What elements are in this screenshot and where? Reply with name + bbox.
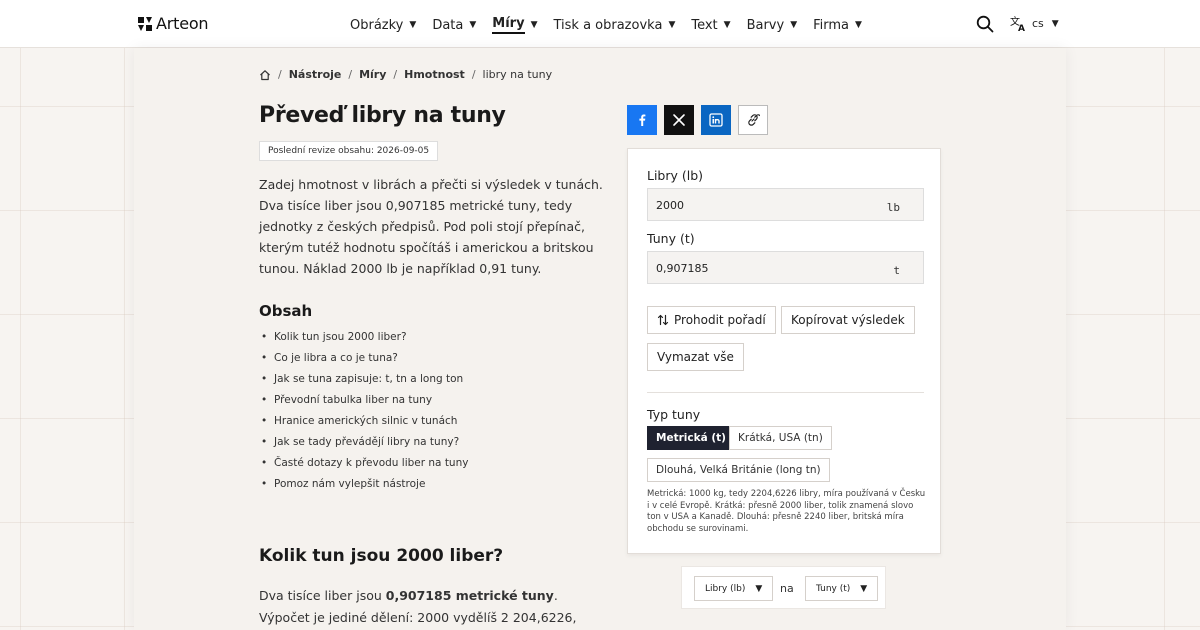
- caret-down-icon: ▼: [668, 20, 676, 30]
- toc-title: Obsah: [259, 302, 313, 320]
- nav-label: Firma: [813, 17, 850, 33]
- from-unit-select[interactable]: Libry (lb) ▼: [694, 576, 774, 601]
- section-title: Kolik tun jsou 2000 liber?: [259, 546, 504, 566]
- share-facebook-button[interactable]: [627, 105, 657, 135]
- section-text: Dva tisíce liber jsou: [259, 588, 386, 603]
- share-buttons: [627, 105, 768, 135]
- toc-item[interactable]: Pomoz nám vylepšit nástroje: [259, 474, 468, 495]
- table-of-contents: Kolik tun jsou 2000 liber? Co je libra a…: [259, 327, 468, 495]
- toc-item[interactable]: Jak se tady převádějí libry na tuny?: [259, 432, 468, 453]
- caret-down-icon: ▼: [409, 20, 417, 30]
- toc-item[interactable]: Jak se tuna zapisuje: t, tn a long ton: [259, 369, 468, 390]
- caret-down-icon: ▼: [855, 20, 862, 30]
- breadcrumb-separator: /: [471, 68, 476, 81]
- linkedin-icon: [709, 113, 723, 127]
- nav-label: Text: [691, 17, 718, 33]
- caret-down-icon: ▼: [469, 20, 477, 30]
- page-title: Převeď libry na tuny: [259, 103, 506, 128]
- breadcrumb-separator: /: [393, 68, 398, 81]
- main-nav: Obrázky ▼ Data ▼ Míry ▼ Tisk a obrazovka…: [350, 16, 878, 34]
- svg-text:A: A: [1018, 24, 1025, 32]
- tons-field-label: Tuny (t): [647, 231, 695, 246]
- nav-item-tisk[interactable]: Tisk a obrazovka ▼: [553, 16, 675, 34]
- copy-link-button[interactable]: [738, 105, 768, 135]
- facebook-icon: [639, 114, 646, 126]
- nav-label: Míry: [492, 16, 525, 34]
- nav-item-obrazky[interactable]: Obrázky ▼: [350, 16, 416, 34]
- swap-arrows-icon: [657, 314, 669, 326]
- search-icon[interactable]: [976, 15, 994, 33]
- swap-label: Prohodit pořadí: [674, 313, 766, 327]
- pounds-value: 2000: [656, 199, 684, 212]
- breadcrumb-link-miry[interactable]: Míry: [359, 68, 386, 81]
- nav-item-miry[interactable]: Míry ▼: [492, 16, 537, 34]
- caret-down-icon: ▼: [860, 583, 868, 594]
- toc-item[interactable]: Převodní tabulka liber na tuny: [259, 390, 468, 411]
- pounds-unit: lb: [886, 201, 900, 214]
- section-text-bold: 0,907185 metrické tuny: [385, 588, 554, 603]
- swap-button[interactable]: Prohodit pořadí: [647, 306, 776, 334]
- logo[interactable]: Arteon: [137, 14, 209, 33]
- link-icon: [748, 114, 760, 126]
- language-code: cs: [1032, 17, 1044, 30]
- breadcrumb-separator: /: [278, 68, 282, 81]
- intro-paragraph: Zadej hmotnost v librách a přečti si výs…: [259, 177, 603, 276]
- ton-type-metric[interactable]: Metrická (t): [647, 426, 735, 450]
- home-icon[interactable]: [259, 69, 271, 81]
- unit-selector-bar: Libry (lb) ▼ na Tuny (t) ▼: [681, 566, 886, 609]
- arteon-logo-icon: [138, 16, 152, 31]
- to-unit-value: Tuny (t): [816, 583, 851, 594]
- toc-item[interactable]: Co je libra a co je tuna?: [259, 348, 468, 369]
- tons-input[interactable]: 0,907185 t: [647, 251, 924, 284]
- caret-down-icon: ▼: [755, 583, 763, 594]
- ton-type-label: Typ tuny: [647, 407, 701, 422]
- logo-text: Arteon: [156, 14, 209, 33]
- breadcrumb-separator: /: [348, 68, 353, 81]
- x-icon: [673, 114, 685, 126]
- pounds-field-label: Libry (lb): [647, 168, 704, 183]
- main-content: / Nástroje / Míry / Hmotnost / libry na …: [134, 48, 1066, 630]
- toc-item[interactable]: Kolik tun jsou 2000 liber?: [259, 327, 468, 348]
- breadcrumb-link-nastroje[interactable]: Nástroje: [289, 68, 342, 81]
- toc-item[interactable]: Časté dotazy k převodu liber na tuny: [259, 453, 468, 474]
- language-selector[interactable]: 文 A cs ▼: [1010, 15, 1059, 32]
- converter-panel: Libry (lb) 2000 lb Tuny (t) 0,907185 t P…: [627, 148, 941, 554]
- revision-badge: Poslední revize obsahu: 2026-09-05: [259, 141, 439, 161]
- nav-item-firma[interactable]: Firma ▼: [813, 16, 862, 34]
- caret-down-icon: ▼: [1051, 18, 1059, 29]
- breadcrumb-link-hmotnost[interactable]: Hmotnost: [404, 68, 465, 81]
- caret-down-icon: ▼: [723, 20, 731, 30]
- share-linkedin-button[interactable]: [701, 105, 731, 135]
- unit-connector: na: [780, 582, 794, 595]
- nav-item-data[interactable]: Data ▼: [432, 16, 476, 34]
- from-unit-value: Libry (lb): [705, 583, 746, 594]
- nav-label: Data: [432, 17, 464, 33]
- ton-type-long[interactable]: Dlouhá, Velká Británie (long tn): [647, 458, 830, 482]
- nav-item-barvy[interactable]: Barvy ▼: [747, 16, 798, 34]
- top-navigation-bar: Arteon Obrázky ▼ Data ▼ Míry ▼ Tisk a ob…: [0, 0, 1200, 48]
- to-unit-select[interactable]: Tuny (t) ▼: [805, 576, 879, 601]
- ton-type-note: Metrická: 1000 kg, tedy 2204,6226 libry,…: [647, 489, 926, 534]
- clear-all-button[interactable]: Vymazat vše: [647, 343, 744, 371]
- pounds-input[interactable]: 2000 lb: [647, 188, 924, 221]
- copy-result-button[interactable]: Kopírovat výsledek: [781, 306, 915, 334]
- section-paragraph: Dva tisíce liber jsou 0,907185 metrické …: [259, 585, 604, 630]
- nav-label: Tisk a obrazovka: [553, 17, 663, 33]
- caret-down-icon: ▼: [790, 20, 798, 30]
- nav-item-text[interactable]: Text ▼: [691, 16, 730, 34]
- translate-icon: 文 A: [1010, 15, 1025, 32]
- toc-item[interactable]: Hranice amerických silnic v tunách: [259, 411, 468, 432]
- caret-down-icon: ▼: [530, 20, 538, 30]
- breadcrumb-current: libry na tuny: [482, 68, 553, 81]
- ton-type-short[interactable]: Krátká, USA (tn): [729, 426, 832, 450]
- divider: [647, 392, 924, 393]
- share-x-button[interactable]: [664, 105, 694, 135]
- nav-label: Barvy: [746, 17, 785, 33]
- tons-value: 0,907185: [656, 262, 709, 275]
- breadcrumb: / Nástroje / Míry / Hmotnost / libry na …: [259, 68, 552, 81]
- nav-label: Obrázky: [350, 17, 404, 33]
- tons-unit: t: [893, 264, 900, 277]
